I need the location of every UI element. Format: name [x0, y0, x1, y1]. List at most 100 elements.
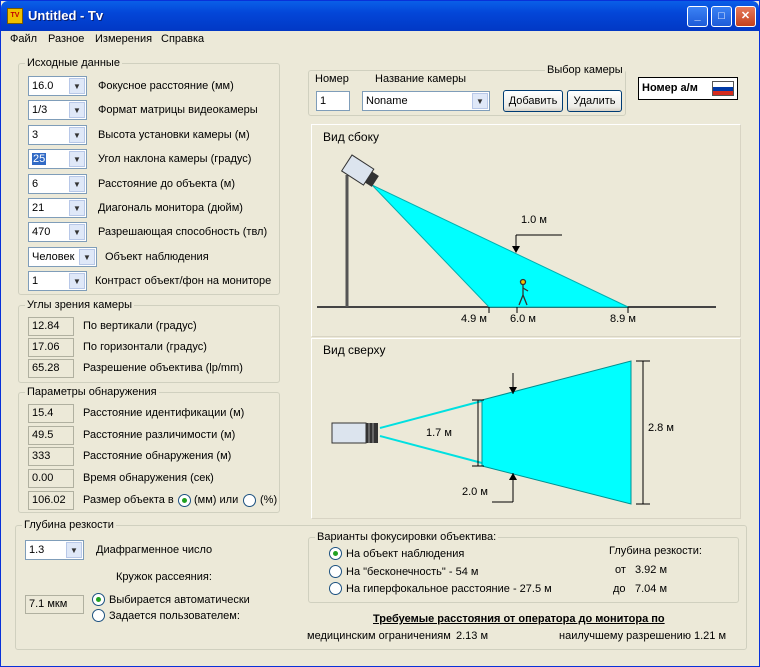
unit-mm-radio[interactable]	[178, 494, 191, 507]
close-button[interactable]: ✕	[735, 6, 756, 27]
chevron-down-icon[interactable]: ▼	[69, 224, 85, 240]
object-distance-combo[interactable]: 6 ▼	[28, 174, 87, 194]
matrix-format-label: Формат матрицы видеокамеры	[98, 104, 258, 116]
detection-time-value: 0.00	[28, 469, 74, 488]
detection-time-label: Время обнаружения (сек)	[83, 472, 214, 484]
height-label: 1.0 м	[521, 214, 547, 226]
top-view-panel: Вид сверху 1.7 м 2.8 м 2.0 м	[311, 338, 741, 519]
license-plate-button[interactable]: Номер а/м	[638, 77, 738, 100]
dof-to-label: до	[613, 583, 626, 595]
contrast-label: Контраст объект/фон на мониторе	[95, 275, 272, 287]
tilt-angle-combo[interactable]: 25 ▼	[28, 149, 87, 169]
menu-bar: Файл Разное Измерения Справка	[4, 31, 756, 49]
contrast-combo[interactable]: 1 ▼	[28, 271, 87, 291]
camera-name-combo[interactable]: Noname ▼	[362, 91, 490, 111]
menu-measure[interactable]: Измерения	[95, 33, 152, 45]
unit-percent-radio[interactable]	[243, 494, 256, 507]
minimize-button[interactable]: _	[687, 6, 708, 27]
identification-distance-label: Расстояние идентификации (м)	[83, 407, 245, 419]
monitor-diagonal-combo[interactable]: 21 ▼	[28, 198, 87, 218]
unit-percent-label: (%)	[260, 494, 278, 506]
focus-hyperfocal-label: На гиперфокальное расстояние - 27.5 м	[346, 583, 552, 595]
app-window: TV Untitled - Tv _ □ ✕ Файл Разное Измер…	[0, 0, 760, 667]
chevron-down-icon[interactable]: ▼	[69, 176, 85, 192]
side-view-panel: Вид сбоку 1.0 м 4.9 м 6.0 м 8.9 м	[311, 124, 741, 337]
focus-object-label: На объект наблюдения	[346, 548, 465, 560]
focus-infinity-radio[interactable]	[329, 565, 342, 578]
russian-flag-icon	[712, 81, 734, 96]
title-bar: TV Untitled - Tv _ □ ✕	[1, 1, 759, 31]
lens-resolution-value: 65.28	[28, 359, 74, 378]
chevron-down-icon[interactable]: ▼	[69, 200, 85, 216]
focus-infinity-label: На "бесконечность" - 54 м	[346, 566, 479, 578]
detection-distance-label: Расстояние обнаружения (м)	[83, 450, 232, 462]
top-beam	[481, 360, 632, 505]
camera-angles-title: Углы зрения камеры	[25, 299, 135, 311]
discernibility-distance-label: Расстояние различимости (м)	[83, 429, 236, 441]
tv-icon: TV	[7, 8, 23, 24]
object-distance-label: Расстояние до объекта (м)	[98, 178, 236, 190]
far-distance-label: 8.9 м	[610, 313, 636, 325]
focus-object-radio[interactable]	[329, 547, 342, 560]
focus-hyperfocal-radio[interactable]	[329, 582, 342, 595]
camera-number-label: Номер	[315, 73, 349, 85]
chevron-down-icon[interactable]: ▼	[69, 78, 85, 94]
circle-of-confusion-value: 7.1 мкм	[25, 595, 84, 614]
aperture-label: Диафрагменное число	[96, 544, 213, 556]
camera-select-title: Выбор камеры	[545, 64, 625, 76]
dof-from-label: от	[615, 564, 626, 576]
far-width-label: 2.8 м	[648, 422, 674, 434]
circle-of-confusion-label: Кружок рассеяния:	[116, 571, 212, 583]
medical-limit-label: медицинским ограничениям	[307, 630, 451, 642]
object-distance-marker: 6.0 м	[510, 313, 536, 325]
menu-help[interactable]: Справка	[161, 33, 204, 45]
vertical-angle-value: 12.84	[28, 317, 74, 336]
chevron-down-icon[interactable]: ▼	[69, 127, 85, 143]
maximize-button[interactable]: □	[711, 6, 732, 27]
object-type-label: Объект наблюдения	[105, 251, 209, 263]
camera-number-input[interactable]: 1	[316, 91, 350, 111]
delete-camera-button[interactable]: Удалить	[567, 90, 622, 112]
license-plate-label: Номер а/м	[642, 82, 698, 94]
depth-of-field-subtitle: Глубина резкости:	[609, 545, 702, 557]
user-defined-label: Задается пользователем:	[109, 610, 240, 622]
chevron-down-icon[interactable]: ▼	[472, 93, 488, 109]
focal-length-combo[interactable]: 16.0 ▼	[28, 76, 87, 96]
camera-height-label: Высота установки камеры (м)	[98, 129, 250, 141]
user-defined-radio[interactable]	[92, 609, 105, 622]
chevron-down-icon[interactable]: ▼	[66, 542, 82, 558]
identification-distance-value: 15.4	[28, 404, 74, 423]
auto-select-label: Выбирается автоматически	[109, 594, 250, 606]
lens-resolution-label: Разрешение объектива (lp/mm)	[83, 362, 243, 374]
vertical-angle-label: По вертикали (градус)	[83, 320, 197, 332]
horizontal-angle-value: 17.06	[28, 338, 74, 357]
object-type-combo[interactable]: Человек ▼	[28, 247, 97, 267]
dof-from-value: 3.92 м	[635, 564, 668, 576]
chevron-down-icon[interactable]: ▼	[69, 151, 85, 167]
chevron-down-icon[interactable]: ▼	[69, 273, 85, 289]
object-width-label: 2.0 м	[462, 486, 488, 498]
object-size-label: Размер объекта в	[83, 494, 174, 506]
resolution-combo[interactable]: 470 ▼	[28, 222, 87, 242]
chevron-down-icon[interactable]: ▼	[69, 102, 85, 118]
best-resolution-value: 1.21 м	[694, 630, 727, 642]
aperture-combo[interactable]: 1.3 ▼	[25, 540, 84, 560]
top-camera-icon	[331, 422, 378, 444]
unit-mm-label: (мм) или	[194, 494, 239, 506]
source-data-title: Исходные данные	[25, 57, 122, 69]
dof-to-value: 7.04 м	[635, 583, 668, 595]
chevron-down-icon[interactable]: ▼	[79, 249, 95, 265]
camera-name-label: Название камеры	[375, 73, 467, 85]
matrix-format-combo[interactable]: 1/3 ▼	[28, 100, 87, 120]
add-camera-button[interactable]: Добавить	[503, 90, 563, 112]
horizontal-angle-label: По горизонтали (градус)	[83, 341, 207, 353]
menu-misc[interactable]: Разное	[48, 33, 84, 45]
depth-of-field-title: Глубина резкости	[22, 519, 116, 531]
source-data-group: Исходные данные 16.0 ▼ Фокусное расстояни…	[18, 57, 280, 295]
menu-file[interactable]: Файл	[10, 33, 37, 45]
operator-distance-title: Требуемые расстояния от оператора до мон…	[373, 613, 665, 625]
camera-angles-group: Углы зрения камеры 12.84 По вертикали (г…	[18, 299, 280, 383]
camera-height-combo[interactable]: 3 ▼	[28, 125, 87, 145]
auto-select-radio[interactable]	[92, 593, 105, 606]
window-title: Untitled - Tv	[28, 8, 104, 23]
